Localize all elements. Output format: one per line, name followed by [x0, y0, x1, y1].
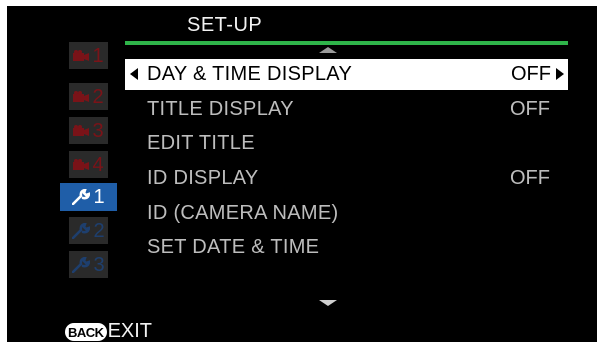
back-button-icon[interactable]: BACK — [65, 322, 107, 341]
menu-item-id-camera-name[interactable]: ID (CAMERA NAME) — [125, 198, 568, 229]
camera-icon — [73, 90, 90, 102]
menu-item-edit-title[interactable]: EDIT TITLE — [125, 128, 568, 159]
tab-shooting-3[interactable]: 3 — [69, 117, 108, 144]
arrow-left-icon[interactable] — [130, 68, 138, 80]
scroll-up-icon[interactable] — [319, 47, 337, 53]
tab-number: 2 — [93, 219, 105, 242]
camera-icon — [73, 158, 90, 170]
tab-shooting-1[interactable]: 1 — [69, 42, 108, 69]
tab-number: 4 — [92, 153, 104, 176]
tab-shooting-2[interactable]: 2 — [69, 83, 108, 110]
menu-item-value: OFF — [510, 98, 550, 120]
tab-shooting-4[interactable]: 4 — [69, 151, 108, 178]
tab-number: 1 — [93, 186, 105, 208]
wrench-icon — [72, 189, 91, 205]
header-accent-bar — [125, 41, 568, 45]
tab-number: 3 — [93, 253, 105, 276]
camera-menu-screen: SET-UP 1 2 3 4 1 2 3 DAY & TIME DISPLAY … — [7, 6, 597, 342]
camera-icon — [73, 124, 90, 136]
scroll-down-icon[interactable] — [319, 300, 337, 306]
menu-item-label: ID DISPLAY — [147, 167, 259, 189]
menu-item-id-display[interactable]: ID DISPLAY OFF — [125, 163, 568, 194]
arrow-right-icon[interactable] — [556, 68, 564, 80]
back-exit-hint[interactable]: BACK EXIT — [65, 320, 152, 342]
menu-item-day-time-display[interactable]: DAY & TIME DISPLAY OFF — [125, 59, 568, 90]
menu-item-label: DAY & TIME DISPLAY — [147, 63, 353, 85]
menu-item-label: TITLE DISPLAY — [147, 98, 294, 120]
wrench-icon — [72, 256, 91, 273]
tab-setup-2[interactable]: 2 — [69, 217, 108, 244]
camera-icon — [73, 49, 90, 61]
menu-item-label: SET DATE & TIME — [147, 236, 320, 258]
menu-item-label: EDIT TITLE — [147, 132, 255, 154]
tab-setup-1[interactable]: 1 — [60, 183, 117, 211]
page-title: SET-UP — [187, 14, 263, 36]
tab-number: 3 — [92, 119, 104, 142]
menu-item-label: ID (CAMERA NAME) — [147, 202, 339, 224]
menu-item-set-date-time[interactable]: SET DATE & TIME — [125, 232, 568, 263]
wrench-icon — [72, 222, 91, 239]
menu-item-value: OFF — [511, 63, 551, 85]
tab-setup-3[interactable]: 3 — [69, 251, 108, 278]
exit-label: EXIT — [107, 320, 153, 342]
tab-number: 2 — [92, 85, 104, 108]
menu-item-value: OFF — [510, 167, 550, 189]
tab-number: 1 — [92, 44, 104, 67]
menu-item-title-display[interactable]: TITLE DISPLAY OFF — [125, 94, 568, 125]
